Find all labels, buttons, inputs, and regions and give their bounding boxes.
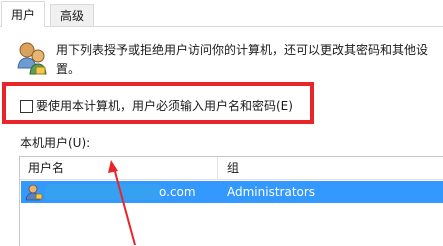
users-list[interactable]: 用户名 组 o.com Administrators bbox=[19, 156, 443, 246]
table-row[interactable]: o.com Administrators bbox=[21, 181, 443, 203]
require-login-checkbox[interactable] bbox=[20, 99, 33, 113]
users-list-header: 用户名 组 bbox=[20, 157, 443, 180]
tab-divider bbox=[0, 26, 443, 27]
column-header-username[interactable]: 用户名 bbox=[28, 157, 64, 179]
row-group: Administrators bbox=[227, 185, 316, 199]
require-login-label[interactable]: 要使用本计算机，用户必须输入用户名和密码(E) bbox=[36, 97, 293, 115]
column-header-group[interactable]: 组 bbox=[227, 157, 239, 179]
tab-users[interactable]: 用户 bbox=[1, 1, 46, 27]
row-username-suffix: o.com bbox=[159, 185, 196, 199]
tab-bar: 用户 高级 bbox=[0, 0, 443, 27]
user-icon bbox=[25, 184, 43, 201]
require-login-row[interactable]: 要使用本计算机，用户必须输入用户名和密码(E) bbox=[20, 97, 293, 115]
users-icon bbox=[17, 42, 47, 75]
row-username: o.com bbox=[47, 181, 212, 203]
users-list-label: 本机用户(U): bbox=[20, 136, 91, 150]
intro-text: 用下列表授予或拒绝用户访问你的计算机，还可以更改其密码和其他设置。 bbox=[56, 43, 429, 76]
column-divider[interactable] bbox=[217, 157, 218, 179]
tab-advanced[interactable]: 高级 bbox=[50, 4, 95, 26]
